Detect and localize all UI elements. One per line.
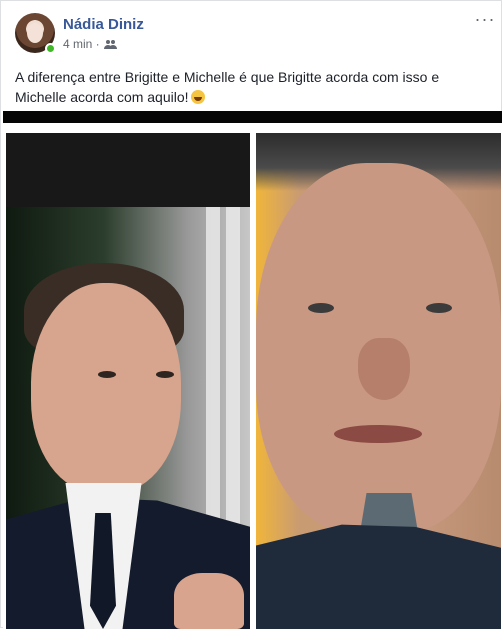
friends-icon[interactable] bbox=[103, 39, 117, 49]
photo-left-face bbox=[31, 283, 181, 493]
post-media[interactable] bbox=[3, 123, 502, 629]
photo-right-eye-left bbox=[308, 303, 334, 313]
photo-right-mouth bbox=[334, 425, 422, 443]
photo-right-nose bbox=[358, 338, 410, 400]
photo-left-top-black bbox=[6, 133, 250, 207]
post-meta: 4 min · bbox=[63, 37, 117, 51]
post-message: A diferença entre Brigitte e Michelle é … bbox=[15, 69, 440, 105]
laughing-emoji-icon bbox=[190, 90, 205, 104]
avatar-face bbox=[27, 23, 43, 43]
post-options-button[interactable]: ··· bbox=[473, 9, 497, 29]
post-time[interactable]: 4 min · bbox=[63, 37, 100, 51]
photo-left-eye-right bbox=[156, 371, 174, 378]
online-status-indicator bbox=[45, 43, 56, 54]
photo-left-hand bbox=[174, 573, 244, 629]
post-text: A diferença entre Brigitte e Michelle é … bbox=[15, 67, 491, 107]
photo-right[interactable] bbox=[256, 133, 501, 629]
photo-left[interactable] bbox=[6, 133, 250, 629]
photo-left-eye-left bbox=[98, 371, 116, 378]
author-name-link[interactable]: Nádia Diniz bbox=[63, 16, 144, 33]
photo-right-eye-right bbox=[426, 303, 452, 313]
facebook-post-card: Nádia Diniz 4 min · ··· A diferença entr… bbox=[0, 0, 502, 629]
post-header: Nádia Diniz 4 min · ··· bbox=[1, 1, 502, 59]
image-top-border bbox=[3, 111, 502, 123]
